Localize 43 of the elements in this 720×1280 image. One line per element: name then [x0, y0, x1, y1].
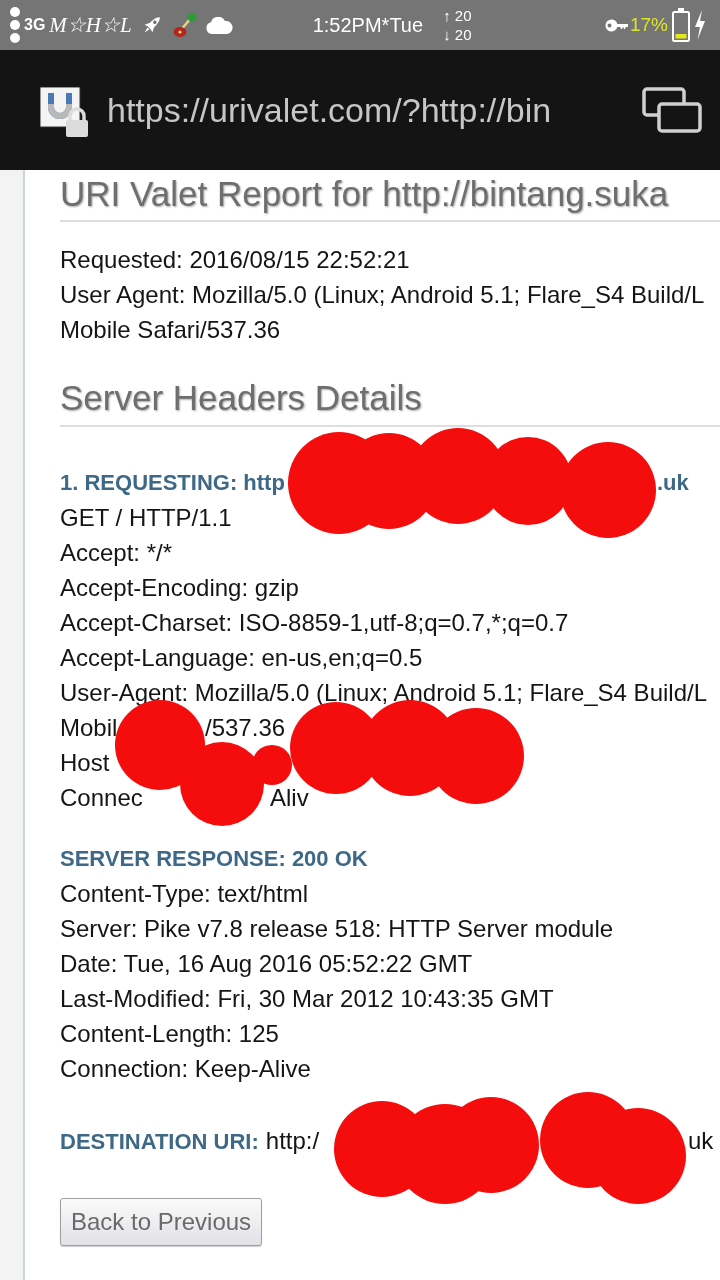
header-line: GET / HTTP/1.1	[60, 503, 232, 533]
report-info-line: User Agent: Mozilla/5.0 (Linux; Android 5.1; Flare_S4 Build/L	[60, 280, 705, 310]
section-title: Server Headers Details	[60, 377, 422, 419]
request-heading: 1. REQUESTING: http	[60, 469, 285, 497]
header-line: Accept-Charset: ISO-8859-1,utf-8;q=0.7,*;q=0.7	[60, 608, 569, 638]
header-fragment: /537.36	[205, 713, 286, 743]
response-heading: SERVER RESPONSE: 200 OK	[60, 845, 368, 873]
header-line: User-Agent: Mozilla/5.0 (Linux; Android 5.1; Flare_S4 Build/L	[60, 678, 707, 708]
header-line: Host	[60, 748, 110, 778]
domain-suffix: .uk	[657, 469, 689, 497]
menu-dots-icon	[9, 6, 21, 44]
header-fragment: Aliv	[270, 783, 309, 813]
carrier-name: M☆H☆L	[49, 12, 132, 38]
tabs-icon[interactable]	[642, 87, 702, 133]
report-title: URI Valet Report for http://bintang.suka	[60, 174, 669, 214]
header-line: Date: Tue, 16 Aug 2016 05:52:22 GMT	[60, 949, 473, 979]
back-button[interactable]: Back to Previous	[60, 1198, 263, 1246]
cloud-icon	[205, 16, 233, 34]
header-line: Accept-Encoding: gzip	[60, 573, 299, 603]
download-speed: ↓ 20	[443, 25, 472, 44]
destination-label: DESTINATION URI:	[60, 1128, 259, 1156]
battery-percent: 17%	[629, 14, 668, 36]
header-line: Server: Pike v7.8 release 518: HTTP Server module	[60, 914, 614, 944]
battery-icon	[672, 8, 690, 42]
network-type-label: 3G	[24, 16, 46, 34]
header-line: Last-Modified: Fri, 30 Mar 2012 10:43:35 GMT	[60, 984, 554, 1014]
destination-suffix: uk	[688, 1126, 714, 1156]
lightning-icon	[694, 10, 706, 40]
upload-speed: ↑ 20	[443, 6, 472, 25]
header-line: Accept-Language: en-us,en;q=0.5	[60, 643, 423, 673]
key-icon	[604, 18, 628, 32]
destination-value: http:/	[265, 1126, 320, 1156]
guitar-icon	[172, 12, 197, 38]
header-line: Content-Type: text/html	[60, 879, 309, 909]
header-line: Content-Length: 125	[60, 1019, 279, 1049]
url-field[interactable]: https://urivalet.com/?http://bin	[107, 90, 622, 130]
header-line: Connec	[60, 783, 143, 813]
report-info-line: Requested: 2016/08/15 22:52:21	[60, 245, 410, 275]
report-info-line: Mobile Safari/537.36	[60, 315, 281, 345]
clock-time: 1:52PM*Tue	[312, 13, 424, 37]
header-line: Mobil	[60, 713, 118, 743]
header-line: Connection: Keep-Alive	[60, 1054, 311, 1084]
header-line: Accept: */*	[60, 538, 173, 568]
